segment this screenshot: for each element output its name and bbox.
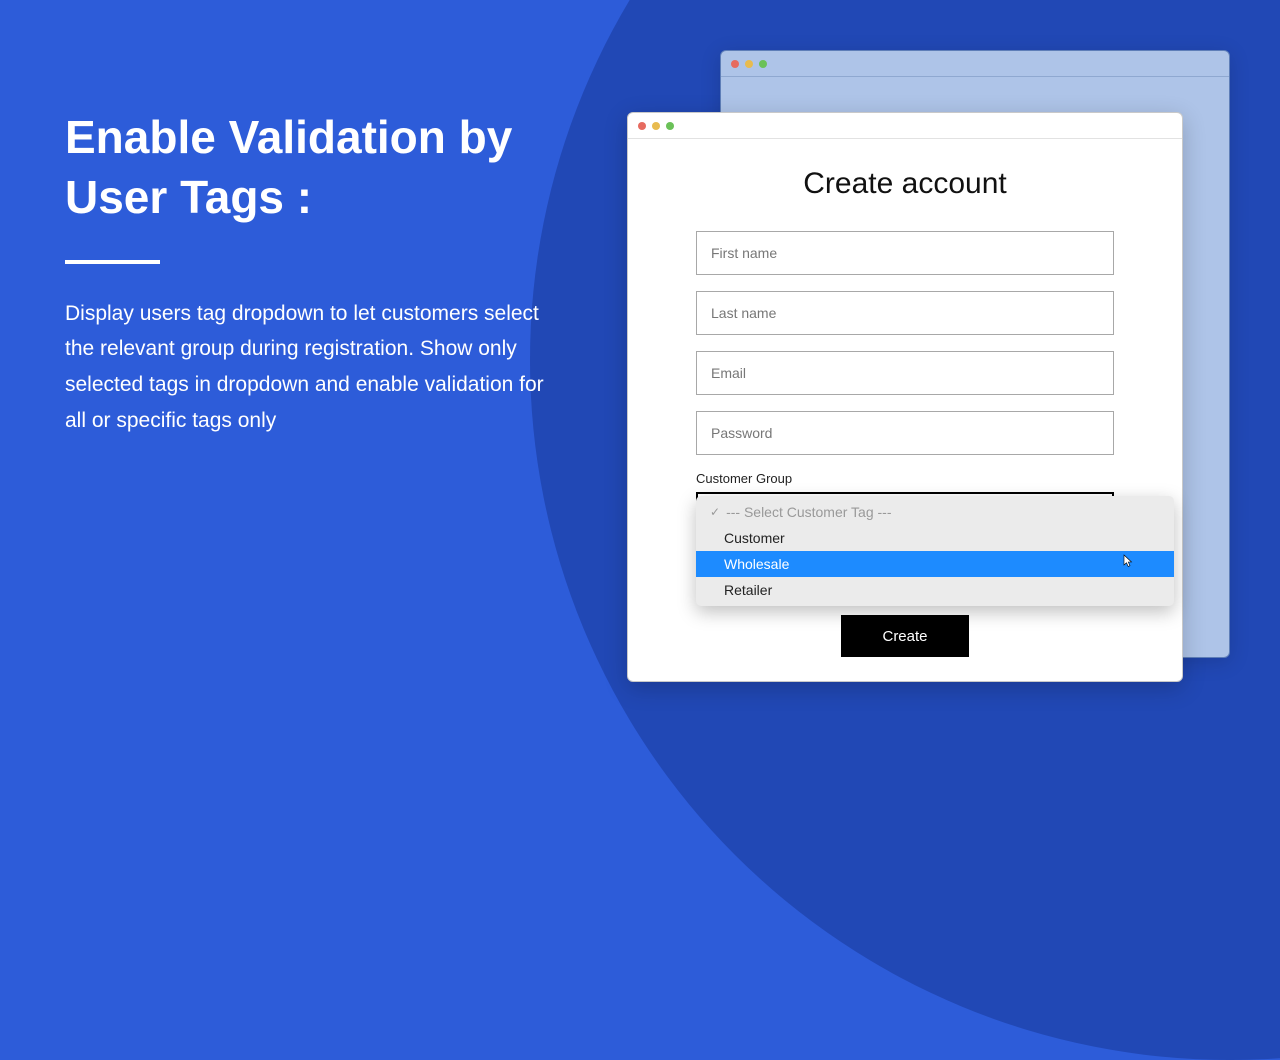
customer-group-dropdown: ✓ --- Select Customer Tag --- Customer W… — [696, 496, 1174, 606]
create-account-form: Create account First name Last name Emai… — [628, 139, 1182, 534]
password-field[interactable]: Password — [696, 411, 1114, 455]
window-titlebar-back — [721, 51, 1229, 77]
first-name-placeholder: First name — [711, 245, 777, 261]
last-name-placeholder: Last name — [711, 305, 776, 321]
cursor-pointer-icon — [1120, 554, 1134, 573]
traffic-light-minimize-icon[interactable] — [652, 122, 660, 130]
dropdown-option-customer[interactable]: Customer — [696, 525, 1174, 551]
create-account-window: Create account First name Last name Emai… — [627, 112, 1183, 682]
create-button-label: Create — [882, 628, 927, 645]
dropdown-placeholder-option[interactable]: ✓ --- Select Customer Tag --- — [696, 499, 1174, 525]
form-title: Create account — [696, 167, 1114, 201]
dropdown-option-wholesale[interactable]: Wholesale — [696, 551, 1174, 577]
create-button[interactable]: Create — [841, 615, 969, 657]
traffic-light-maximize-icon — [759, 60, 767, 68]
check-icon: ✓ — [710, 505, 720, 519]
promo-text-block: Enable Validation by User Tags : Display… — [65, 108, 545, 438]
last-name-field[interactable]: Last name — [696, 291, 1114, 335]
traffic-light-close-icon — [731, 60, 739, 68]
divider — [65, 260, 160, 264]
dropdown-option-label: Customer — [724, 530, 785, 546]
traffic-light-maximize-icon[interactable] — [666, 122, 674, 130]
password-placeholder: Password — [711, 425, 772, 441]
promo-description: Display users tag dropdown to let custom… — [65, 296, 545, 439]
dropdown-placeholder-text: --- Select Customer Tag --- — [726, 504, 891, 520]
traffic-light-close-icon[interactable] — [638, 122, 646, 130]
dropdown-option-label: Wholesale — [724, 556, 789, 572]
email-field[interactable]: Email — [696, 351, 1114, 395]
customer-group-select[interactable]: ✓ --- Select Customer Tag --- Customer W… — [696, 492, 1114, 534]
traffic-light-minimize-icon — [745, 60, 753, 68]
customer-group-label: Customer Group — [696, 471, 1114, 486]
window-titlebar-front — [628, 113, 1182, 139]
dropdown-option-retailer[interactable]: Retailer — [696, 577, 1174, 603]
first-name-field[interactable]: First name — [696, 231, 1114, 275]
email-placeholder: Email — [711, 365, 746, 381]
dropdown-option-label: Retailer — [724, 582, 772, 598]
promo-heading: Enable Validation by User Tags : — [65, 108, 545, 228]
